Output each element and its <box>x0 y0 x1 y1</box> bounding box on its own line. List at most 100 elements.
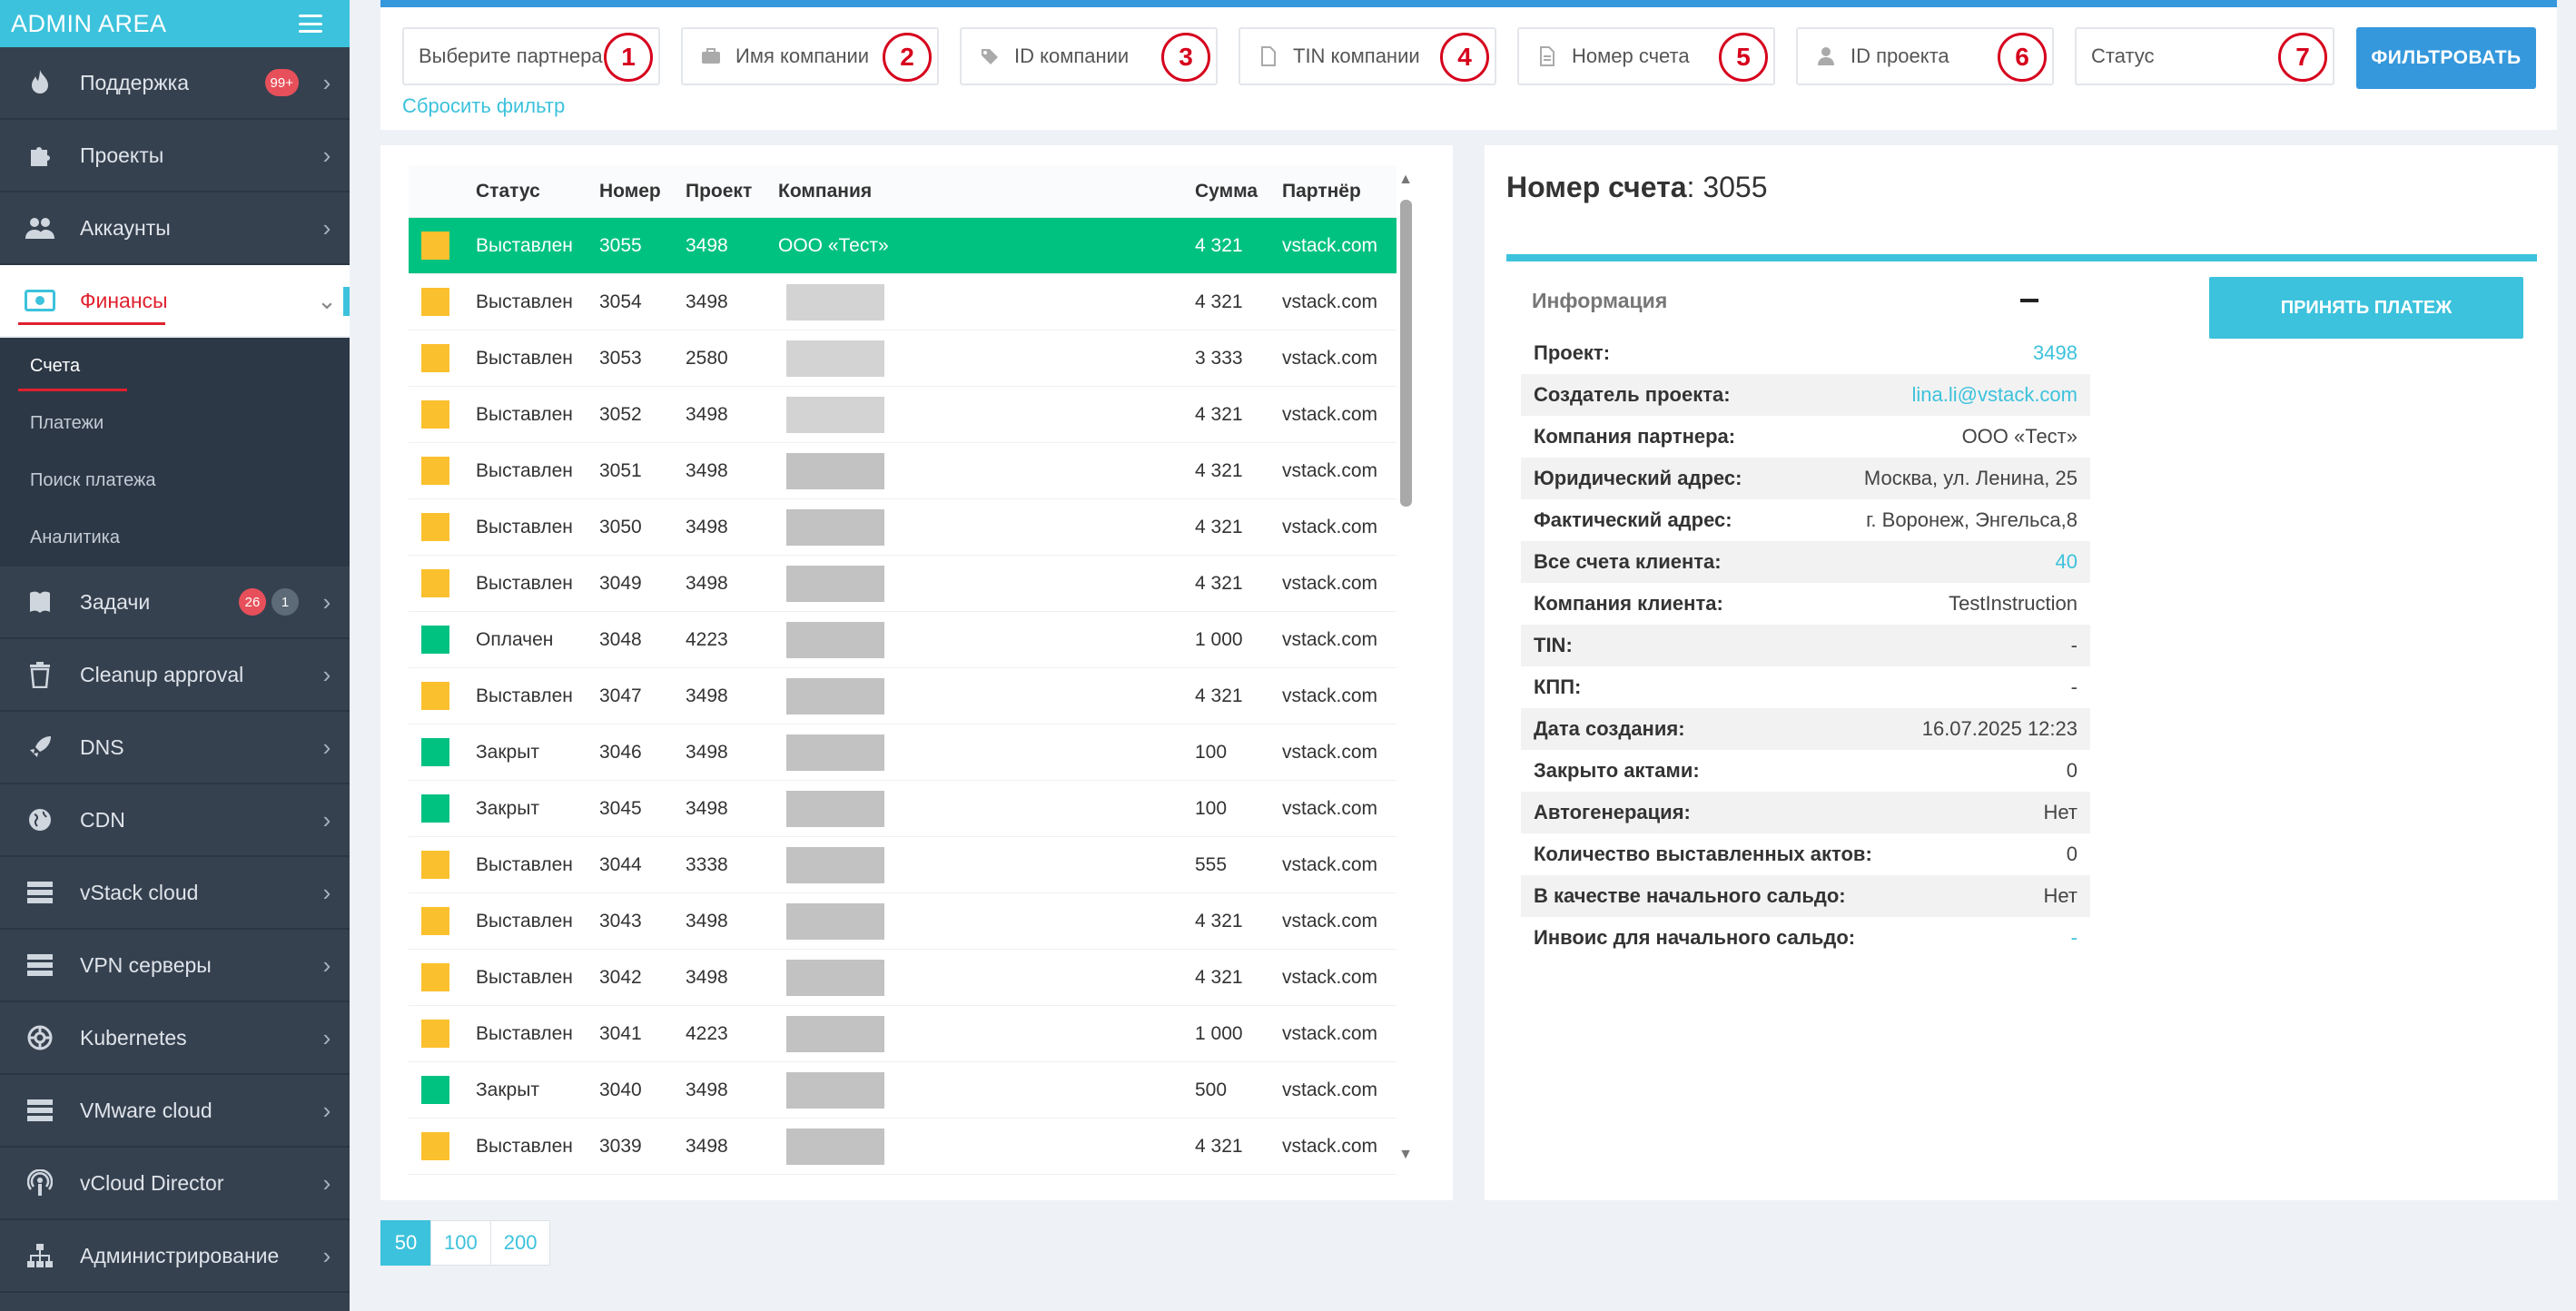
table-row[interactable]: Выставлен 3053 2580 3 333 vstack.com <box>409 330 1397 387</box>
page-size-50[interactable]: 50 <box>380 1220 431 1266</box>
cell-number: 3046 <box>599 741 642 763</box>
sidebar-item-12[interactable]: vCloud Director › <box>0 1148 350 1220</box>
detail-title-label: Номер счета <box>1506 171 1687 203</box>
cell-status: Выставлен <box>476 234 573 256</box>
scrollbar-thumb[interactable] <box>1400 200 1412 507</box>
reset-filter-link[interactable]: Сбросить фильтр <box>402 94 565 118</box>
page-size-100[interactable]: 100 <box>430 1220 491 1266</box>
table-row[interactable]: Закрыт 3046 3498 100 vstack.com <box>409 724 1397 781</box>
table-scrollbar[interactable]: ▲ ▼ <box>1398 172 1413 1162</box>
filter-field-3[interactable]: ID компании 3 <box>960 27 1218 85</box>
submenu-item-3[interactable]: Аналитика <box>0 509 350 567</box>
table-row[interactable]: Выставлен 3049 3498 4 321 vstack.com <box>409 556 1397 612</box>
sidebar-item-9[interactable]: VPN серверы › <box>0 930 350 1002</box>
cell-number: 3049 <box>599 572 642 594</box>
header-project[interactable]: Проект <box>686 165 752 217</box>
menu-toggle-icon[interactable] <box>299 15 322 33</box>
invoice-detail-panel: Номер счета: 3055 Информация ПРИНЯТЬ ПЛА… <box>1485 145 2558 1200</box>
table-row[interactable]: Выставлен 3044 3338 555 vstack.com <box>409 837 1397 893</box>
filter-field-1[interactable]: Выберите партнера 1 <box>402 27 660 85</box>
header-number[interactable]: Номер <box>599 165 661 217</box>
info-section-title: Информация <box>1532 288 1668 312</box>
sidebar-item-6[interactable]: DNS › <box>0 712 350 784</box>
filter-button[interactable]: ФИЛЬТРОВАТЬ <box>2356 27 2536 89</box>
sidebar-item-0[interactable]: Поддержка 99+ › <box>0 47 350 120</box>
sidebar-item-label: VMware cloud <box>80 1098 212 1122</box>
redacted-block <box>786 565 884 602</box>
book-icon <box>0 589 80 615</box>
sidebar-item-3[interactable]: Финансы ⌄ <box>0 265 350 338</box>
info-link[interactable]: lina.li@vstack.com <box>1912 383 2078 407</box>
server-icon <box>0 1098 80 1123</box>
accept-payment-button[interactable]: ПРИНЯТЬ ПЛАТЕЖ <box>2209 277 2523 339</box>
cell-company <box>786 499 884 555</box>
table-row[interactable]: Выставлен 3041 4223 1 000 vstack.com <box>409 1006 1397 1062</box>
sidebar-item-1[interactable]: Проекты › <box>0 120 350 192</box>
table-row[interactable]: Оплачен 3048 4223 1 000 vstack.com <box>409 612 1397 668</box>
scroll-up-icon[interactable]: ▲ <box>1398 172 1413 187</box>
app-title: ADMIN AREA <box>11 9 167 37</box>
submenu-item-1[interactable]: Платежи <box>0 395 350 452</box>
cell-sum: 100 <box>1195 797 1228 819</box>
collapse-icon[interactable] <box>2020 299 2038 302</box>
filter-field-4[interactable]: TIN компании 4 <box>1239 27 1496 85</box>
cell-project: 3498 <box>686 403 728 425</box>
filter-field-5[interactable]: Номер счета 5 <box>1517 27 1775 85</box>
redacted-block <box>786 790 884 827</box>
sidebar-item-13[interactable]: Администрирование › <box>0 1220 350 1293</box>
header-partner[interactable]: Партнёр <box>1282 165 1361 217</box>
info-link[interactable]: 3498 <box>2033 341 2078 365</box>
header-company[interactable]: Компания <box>778 165 872 217</box>
sidebar-item-10[interactable]: Kubernetes › <box>0 1002 350 1075</box>
table-row[interactable]: Выставлен 3054 3498 4 321 vstack.com <box>409 274 1397 330</box>
cell-partner: vstack.com <box>1282 234 1378 256</box>
header-sum[interactable]: Сумма <box>1195 165 1258 217</box>
table-row[interactable]: Закрыт 3040 3498 500 vstack.com <box>409 1062 1397 1119</box>
cell-project: 3498 <box>686 291 728 312</box>
filter-field-6[interactable]: ID проекта 6 <box>1796 27 2054 85</box>
sidebar-item-8[interactable]: vStack cloud › <box>0 857 350 930</box>
table-row[interactable]: Выставлен 3050 3498 4 321 vstack.com <box>409 499 1397 556</box>
cell-number: 3052 <box>599 403 642 425</box>
chevron-right-icon: › <box>322 587 331 616</box>
cell-company <box>786 556 884 611</box>
cell-partner: vstack.com <box>1282 966 1378 988</box>
table-row[interactable]: Выставлен 3042 3498 4 321 vstack.com <box>409 950 1397 1006</box>
table-row[interactable]: Выставлен 3043 3498 4 321 vstack.com <box>409 893 1397 950</box>
table-row[interactable]: Выставлен 3039 3498 4 321 vstack.com <box>409 1119 1397 1175</box>
sidebar-item-label: Аккаунты <box>80 215 171 240</box>
cell-project: 4223 <box>686 1022 728 1044</box>
cell-number: 3053 <box>599 347 642 369</box>
sidebar-item-11[interactable]: VMware cloud › <box>0 1075 350 1148</box>
table-row[interactable]: Выставлен 3047 3498 4 321 vstack.com <box>409 668 1397 724</box>
info-link[interactable]: - <box>2071 926 2078 950</box>
info-row: Количество выставленных актов: 0 <box>1521 833 2090 875</box>
filter-field-2[interactable]: Имя компании 2 <box>681 27 939 85</box>
sidebar-item-5[interactable]: Cleanup approval › <box>0 639 350 712</box>
status-indicator <box>421 387 449 442</box>
redacted-block <box>786 1128 884 1165</box>
cell-sum: 4 321 <box>1195 966 1243 988</box>
filter-field-7[interactable]: Статус 7 <box>2075 27 2334 85</box>
cell-sum: 1 000 <box>1195 1022 1243 1044</box>
cell-project: 3498 <box>686 234 728 256</box>
redacted-block <box>786 396 884 433</box>
page-size-200[interactable]: 200 <box>489 1220 551 1266</box>
table-row[interactable]: Выставлен 3051 3498 4 321 vstack.com <box>409 443 1397 499</box>
scroll-down-icon[interactable]: ▼ <box>1398 1148 1413 1162</box>
table-row[interactable]: Выставлен 3055 3498 ООО «Тест» 4 321 vstack.c… <box>409 218 1397 274</box>
table-row[interactable]: Закрыт 3045 3498 100 vstack.com <box>409 781 1397 837</box>
submenu-item-0[interactable]: Счета <box>0 338 350 395</box>
table-row[interactable]: Выставлен 3052 3498 4 321 vstack.com <box>409 387 1397 443</box>
sidebar-item-2[interactable]: Аккаунты › <box>0 192 350 265</box>
status-color-square <box>421 738 449 766</box>
sidebar-item-7[interactable]: CDN › <box>0 784 350 857</box>
info-section-header[interactable]: Информация <box>1532 272 2048 329</box>
submenu-item-2[interactable]: Поиск платежа <box>0 452 350 509</box>
header-status[interactable]: Статус <box>476 165 540 217</box>
sidebar-item-4[interactable]: Задачи 26 1 › <box>0 567 350 639</box>
info-link[interactable]: 40 <box>2056 550 2078 574</box>
chevron-right-icon: › <box>322 1023 331 1051</box>
invoice-table-panel: Статус Номер Проект Компания Сумма Партн… <box>380 145 1453 1200</box>
cell-sum: 4 321 <box>1195 291 1243 312</box>
